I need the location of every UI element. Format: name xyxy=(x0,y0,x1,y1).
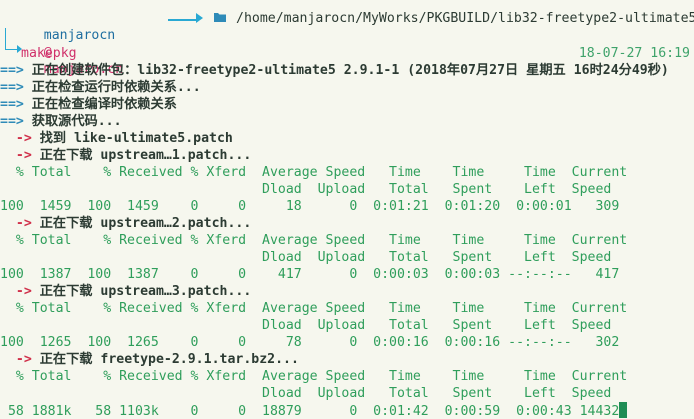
curl-header: % Total % Received % Xferd Average Speed… xyxy=(0,301,628,316)
terminal-cursor xyxy=(619,402,628,418)
output-line: -> 正在下载 upstream…3.patch... xyxy=(15,284,252,299)
curl-header: Dload Upload Total Spent Left Speed xyxy=(0,386,612,401)
output-line: ==> 正在创建软件包：lib32-freetype2-ultimate5 2.… xyxy=(0,63,669,78)
prompt-timestamp: 18-07-27 16:19 xyxy=(578,46,690,61)
prompt-path: /home/manjarocn/MyWorks/PKGBUILD/lib32-f… xyxy=(236,11,694,26)
curl-header: Dload Upload Total Spent Left Speed xyxy=(0,318,612,333)
curl-progress: 100 1265 100 1265 0 0 78 0 0:00:16 0:00:… xyxy=(0,335,620,350)
prompt-line: manjarocn @ manjaro.cn xyxy=(12,10,123,77)
folder-icon xyxy=(213,11,227,27)
output-line: -> 正在下载 upstream…2.patch... xyxy=(15,216,252,231)
prompt-user: manjarocn xyxy=(43,28,116,43)
output-line: ==> 正在检查编译时依赖关系 xyxy=(0,97,177,112)
prompt-arrow-head xyxy=(196,13,203,23)
terminal-window[interactable]: manjarocn @ manjaro.cn /home/manjarocn/M… xyxy=(0,0,694,419)
curl-progress: 100 1459 100 1459 0 0 18 0 0:01:21 0:01:… xyxy=(0,199,620,214)
curl-header: % Total % Received % Xferd Average Speed… xyxy=(0,233,628,248)
output-line: -> 正在下载 freetype-2.9.1.tar.bz2... xyxy=(15,352,299,367)
output-line: -> 正在下载 upstream…1.patch... xyxy=(15,148,252,163)
curl-header: % Total % Received % Xferd Average Speed… xyxy=(0,369,628,384)
curl-progress: 100 1387 100 1387 0 0 417 0 0:00:03 0:00… xyxy=(0,267,620,282)
output-line: ==> 正在检查运行时依赖关系... xyxy=(0,80,201,95)
curl-header: Dload Upload Total Spent Left Speed xyxy=(0,250,612,265)
prompt-connector xyxy=(168,19,198,21)
curl-header: Dload Upload Total Spent Left Speed xyxy=(0,182,612,197)
curl-progress: 58 1881k 58 1103k 0 0 18879 0 0:01:42 0:… xyxy=(0,402,628,419)
curl-header: % Total % Received % Xferd Average Speed… xyxy=(0,165,628,180)
output-line: -> 找到 like-ultimate5.patch xyxy=(15,131,233,146)
output-line: ==> 获取源代码... xyxy=(0,114,122,129)
prompt-command: makepkg xyxy=(21,46,77,61)
